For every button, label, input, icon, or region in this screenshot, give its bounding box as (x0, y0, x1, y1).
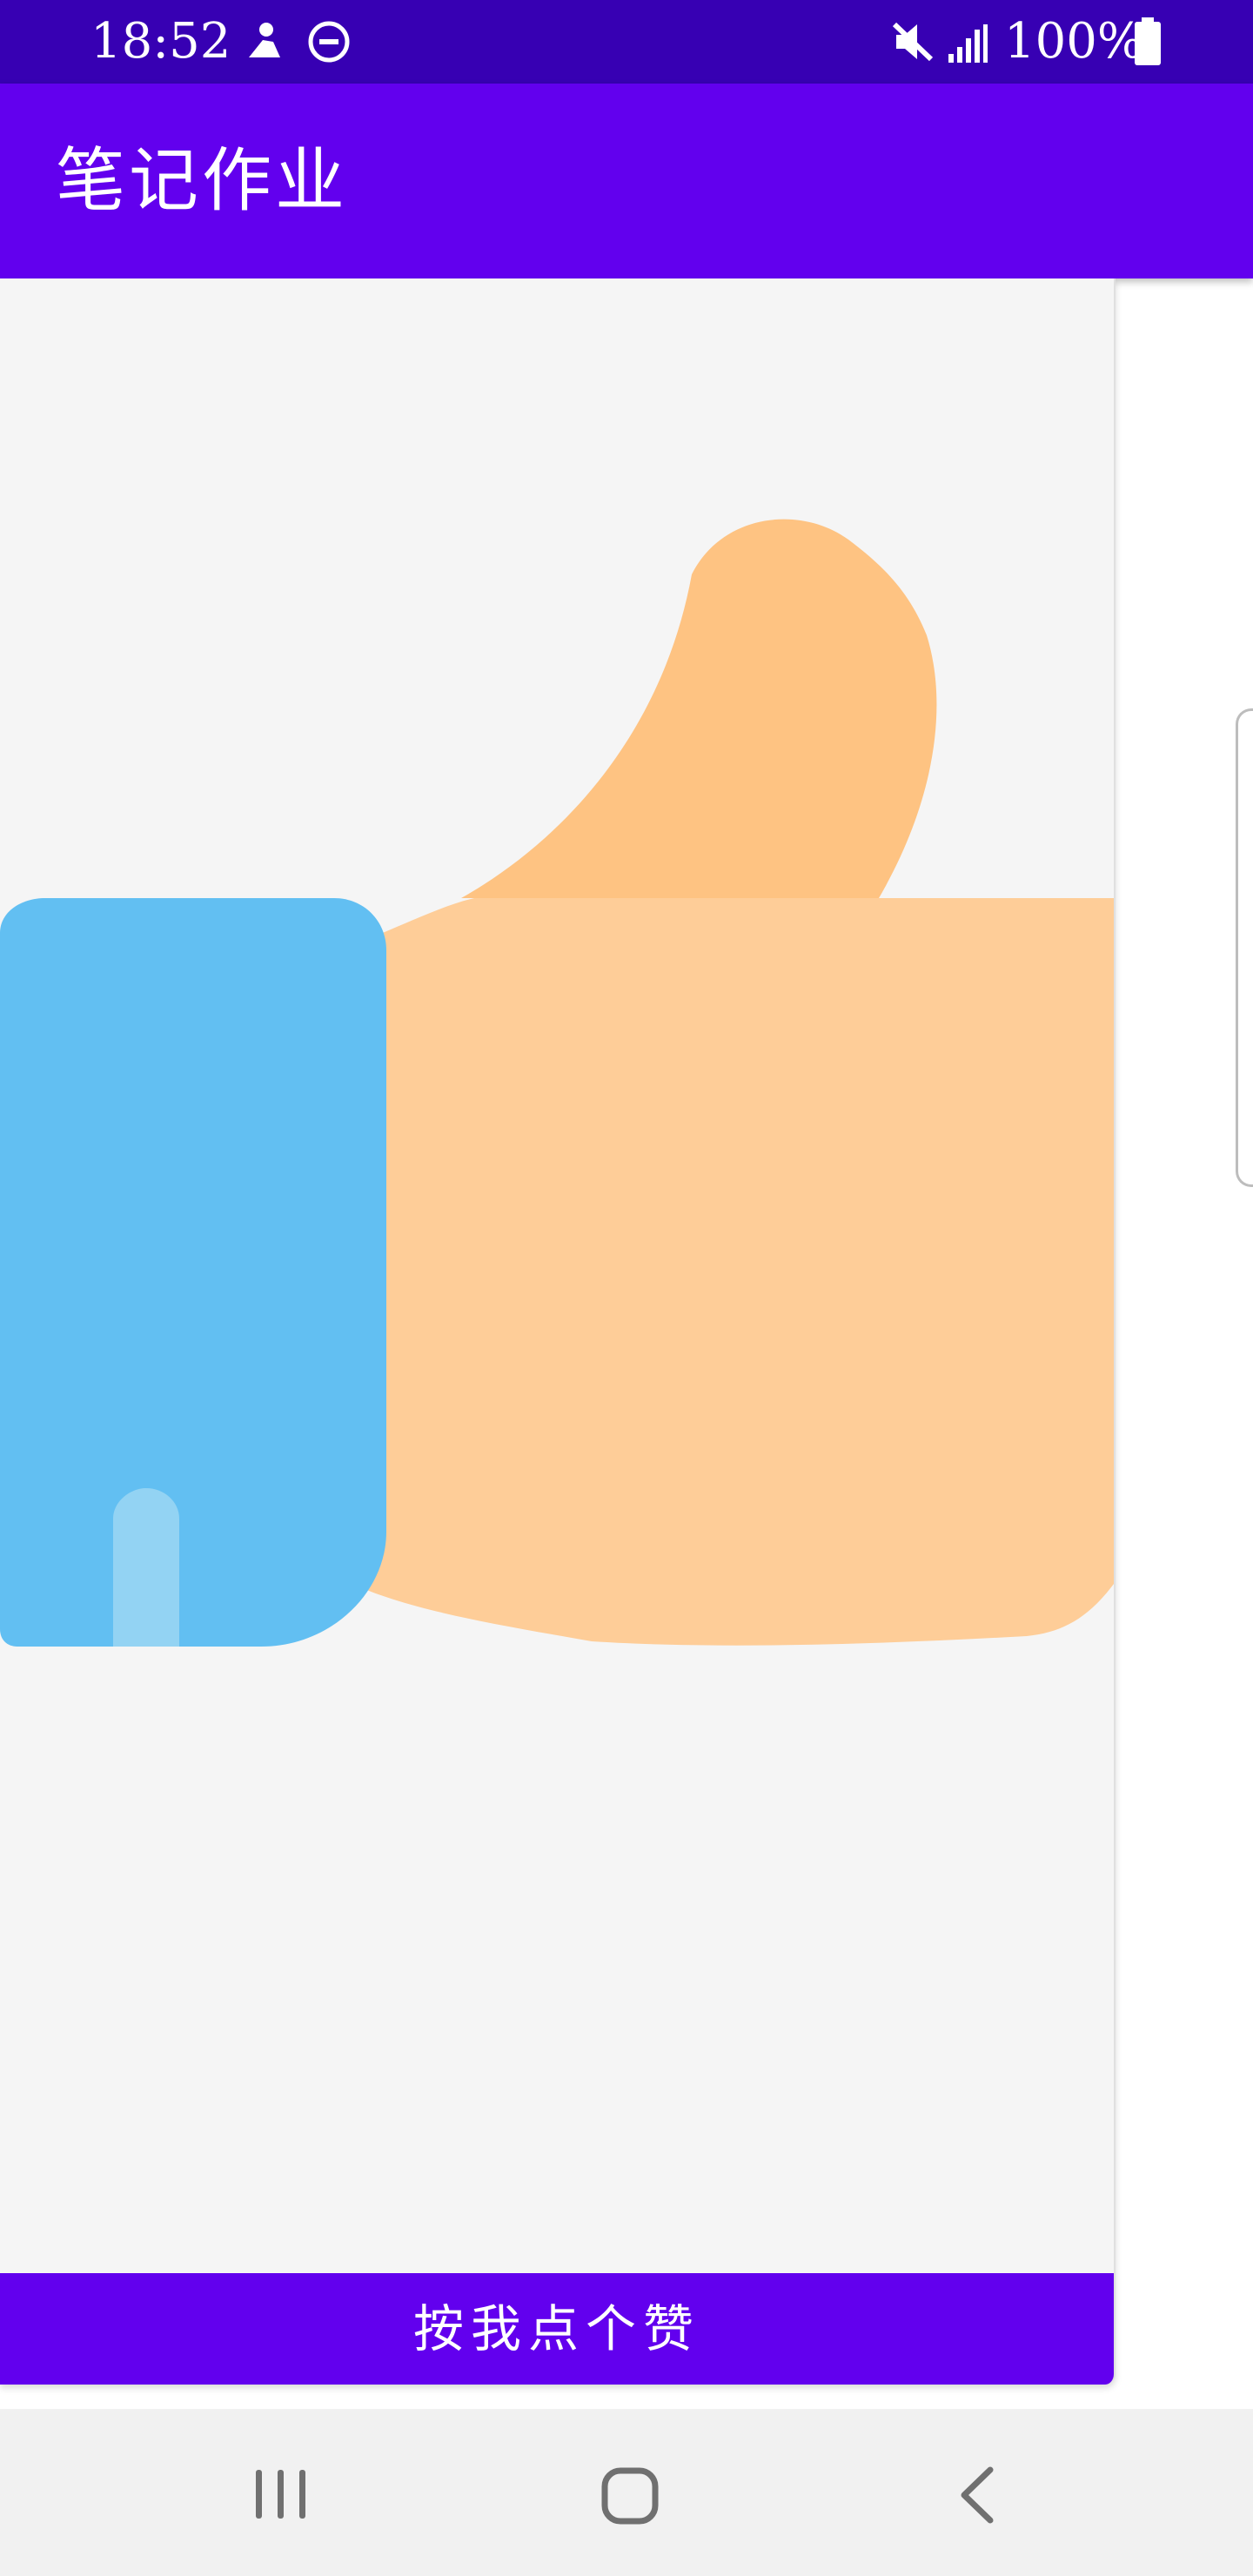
battery-percent: 100% (1004, 13, 1144, 70)
image-card: 按我点个赞 (0, 278, 1116, 2385)
navigation-bar (0, 2409, 1253, 2576)
thumb-shape (461, 519, 937, 898)
next-card-edge[interactable] (1236, 708, 1253, 1187)
notification-icon (249, 23, 280, 57)
app-title: 笔记作业 (56, 140, 348, 221)
do-not-disturb-icon (308, 21, 350, 63)
mute-icon (892, 22, 934, 62)
status-bar: 18:52 100% (0, 0, 1253, 84)
app-bar: 笔记作业 (0, 84, 1253, 278)
recent-apps-icon[interactable] (251, 2466, 312, 2522)
signal-icon (948, 24, 988, 63)
status-time: 18:52 (90, 13, 231, 70)
home-icon[interactable] (600, 2466, 660, 2526)
like-button[interactable]: 按我点个赞 (0, 2273, 1114, 2385)
hand-shape (348, 898, 1114, 1646)
sleeve-shape (0, 898, 386, 1647)
sleeve-highlight (113, 1488, 179, 1647)
battery-icon (1135, 17, 1161, 65)
thumbs-up-image (0, 519, 1114, 1647)
back-icon[interactable] (955, 2465, 999, 2526)
